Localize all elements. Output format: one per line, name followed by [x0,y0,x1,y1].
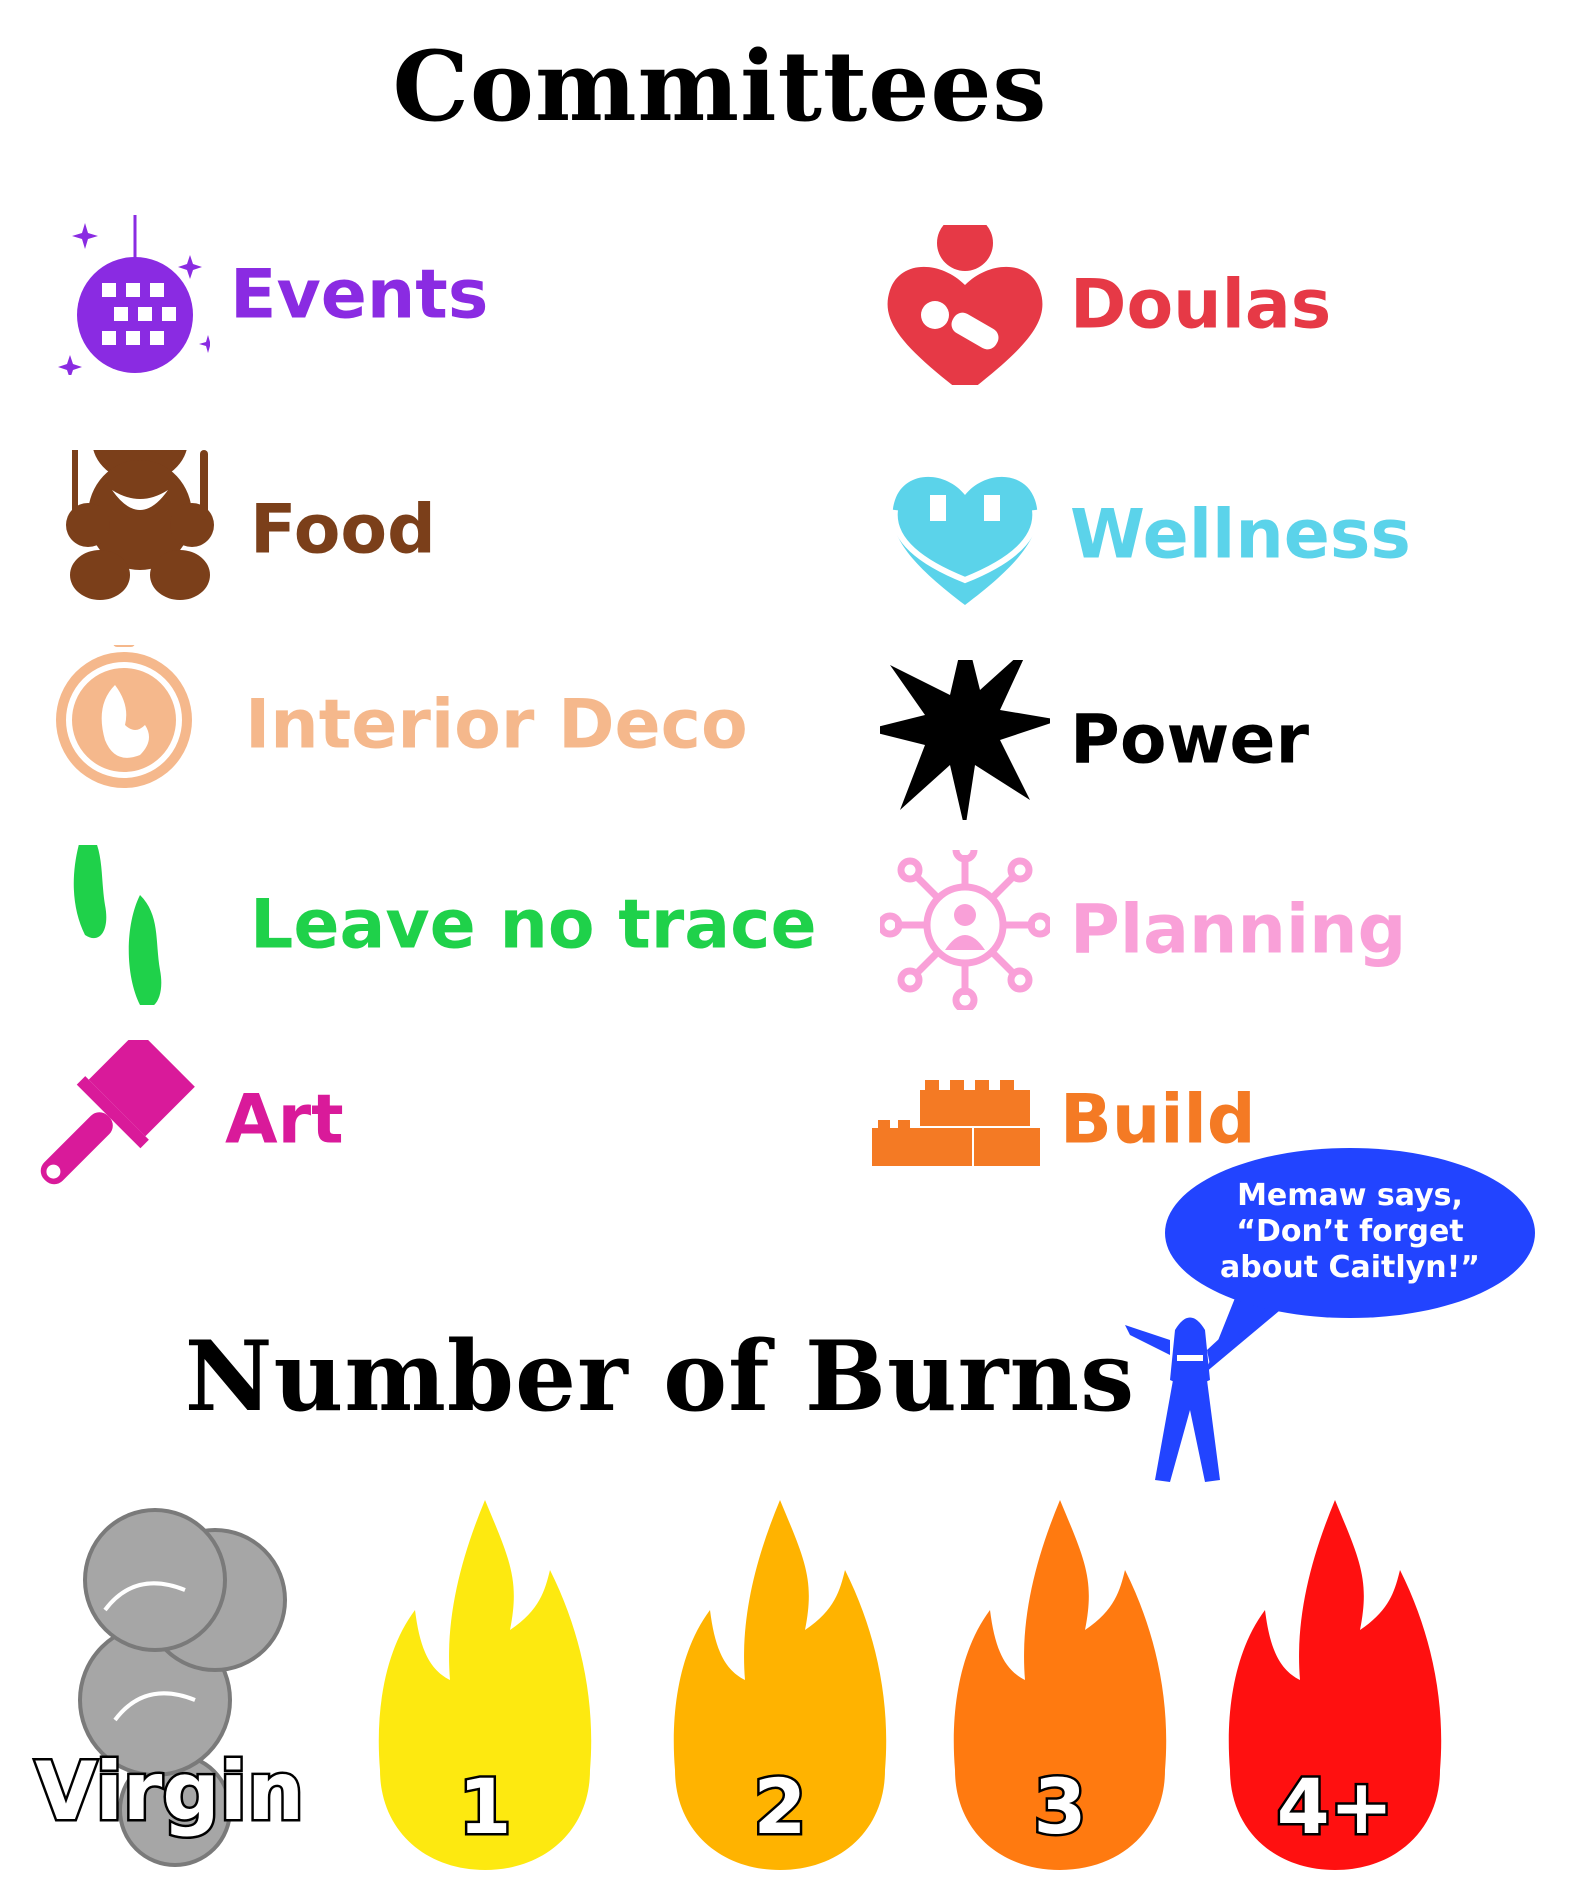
committee-label: Food [250,490,436,570]
shark-icon [1125,1315,1250,1482]
heart-baby-icon [887,225,1043,385]
burn-3: 3 [945,1500,1175,1880]
committee-leave-no-trace: Leave no trace [60,845,817,1005]
committee-art: Art [35,1040,635,1200]
committee-planning: Planning [880,850,1500,1010]
bubble-line-1: Memaw says, [1237,1178,1463,1213]
burst-icon [880,660,1050,820]
teddy-bear-icon [66,450,214,600]
burn-label: 4+ [1274,1760,1396,1854]
bricks-icon [872,1080,1040,1166]
speech-bubble: Memaw says, “Don’t forget about Caitlyn!… [1165,1148,1535,1373]
committee-food: Food [60,450,660,610]
footprints-icon [73,845,162,1005]
bubble-line-2: “Don’t forget [1236,1214,1464,1249]
committee-label: Doulas [1070,265,1332,345]
burn-label: Virgin [33,1743,307,1841]
committee-power: Power [880,660,1480,820]
burn-label: 2 [751,1760,809,1854]
committee-label: Interior Deco [245,685,748,765]
bubble-line-3: about Caitlyn!” [1220,1250,1480,1285]
burn-1: 1 [370,1500,600,1880]
disco-ball-icon [58,215,210,375]
committee-label: Leave no trace [250,885,817,965]
committees-title: Committees [392,30,1048,143]
committee-doulas: Doulas [880,225,1480,385]
committee-label: Planning [1070,890,1407,970]
committee-wellness: Wellness [880,455,1500,615]
ornament-icon [56,645,192,788]
committee-label: Power [1070,700,1310,780]
paintbrush-icon [40,1040,195,1185]
network-icon [880,850,1050,1010]
burn-virgin: Virgin [33,1500,307,1880]
committee-label: Art [225,1080,344,1160]
committee-events: Events [40,215,640,375]
burn-4-plus: 4+ [1220,1500,1450,1880]
heart-mask-icon [891,476,1039,605]
burn-2: 2 [665,1500,895,1880]
committee-interior-deco: Interior Deco [55,645,755,805]
committee-label: Events [230,255,489,335]
burns-title: Number of Burns [184,1320,1136,1433]
committee-label: Wellness [1070,495,1411,575]
burn-label: 3 [1031,1760,1089,1854]
burn-label: 1 [456,1760,514,1854]
